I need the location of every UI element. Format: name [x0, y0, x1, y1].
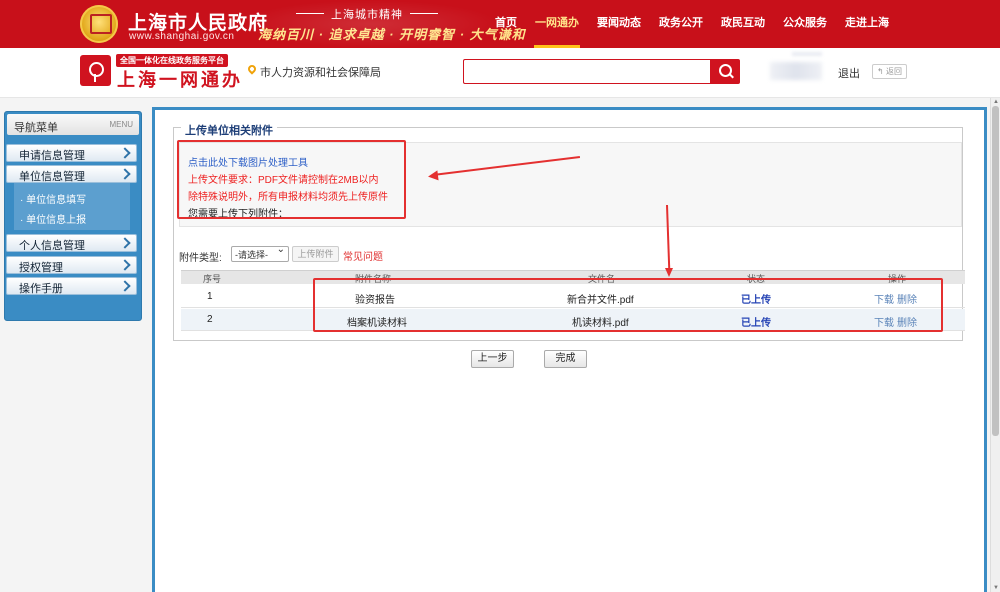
- city-spirit-text: 海纳百川 · 追求卓越 · 开明睿智 · 大气谦和: [258, 27, 526, 42]
- sidebar-header: 导航菜单 MENU: [7, 114, 139, 135]
- user-name-blurred: [770, 62, 822, 80]
- one-network-logo-icon: [80, 55, 111, 86]
- section-title: 上传单位相关附件: [181, 122, 277, 138]
- sidebar-menu-tag: MENU: [109, 120, 133, 129]
- sidebar-item-personal-info[interactable]: 个人信息管理: [6, 234, 137, 252]
- sidebar-item-application-info[interactable]: 申请信息管理: [6, 144, 137, 162]
- chevron-right-icon: [119, 237, 131, 249]
- row-no: 2: [207, 314, 213, 325]
- sidebar-subitem-unit-info-fill[interactable]: 单位信息填写: [20, 191, 86, 206]
- page-scrollbar[interactable]: ▲ ▼: [990, 98, 1000, 592]
- col-header-no: 序号: [203, 274, 222, 284]
- nav-home[interactable]: 首页: [486, 0, 526, 48]
- nav-public-service[interactable]: 公众服务: [774, 0, 836, 48]
- sidebar-title: 导航菜单: [14, 122, 58, 134]
- chevron-right-icon: [119, 280, 131, 292]
- top-nav: 首页 一网通办 要闻动态 政务公开 政民互动 公众服务 走进上海: [486, 0, 898, 48]
- user-info-blurred: [792, 52, 822, 56]
- back-button[interactable]: ↰ 返回: [872, 64, 907, 79]
- logout-link[interactable]: 退出: [838, 65, 860, 81]
- sidebar-item-label: 操作手册: [19, 283, 63, 295]
- sidebar-item-label: 申请信息管理: [19, 150, 85, 162]
- scroll-up-icon[interactable]: ▲: [992, 98, 1000, 106]
- city-spirit-title: 上海城市精神: [296, 6, 438, 22]
- annotation-arrowhead-down-icon: [665, 268, 673, 277]
- attachment-type-label: 附件类型:: [179, 253, 222, 264]
- annotation-arrowhead-left-icon: [427, 170, 439, 182]
- sidebar-item-label: 个人信息管理: [19, 240, 85, 252]
- scrollbar-thumb[interactable]: [992, 106, 999, 436]
- chevron-right-icon: [119, 168, 131, 180]
- nav-one-network-service[interactable]: 一网通办: [526, 0, 588, 48]
- location-pin-icon: [246, 63, 258, 75]
- faq-link[interactable]: 常见问题: [343, 248, 383, 263]
- row-no: 1: [207, 291, 213, 302]
- attachment-type-selected: -请选择-: [235, 250, 268, 260]
- chevron-right-icon: [119, 147, 131, 159]
- upload-attachment-button[interactable]: 上传附件: [292, 246, 339, 262]
- shanghai-emblem-icon: [80, 5, 118, 43]
- annotation-box-notice: [177, 140, 406, 219]
- finish-button[interactable]: 完成: [544, 350, 587, 368]
- nav-interaction[interactable]: 政民互动: [712, 0, 774, 48]
- sidebar-item-manual[interactable]: 操作手册: [6, 277, 137, 295]
- scroll-down-icon[interactable]: ▼: [992, 584, 1000, 592]
- attachment-type-select[interactable]: -请选择-: [231, 244, 289, 262]
- top-header: 上海市人民政府 www.shanghai.gov.cn 上海城市精神 海纳百川 …: [0, 0, 1000, 48]
- search-input[interactable]: [463, 59, 711, 84]
- nav-news[interactable]: 要闻动态: [588, 0, 650, 48]
- nav-about-shanghai[interactable]: 走进上海: [836, 0, 898, 48]
- sidebar-subitem-unit-info-report[interactable]: 单位信息上报: [20, 211, 86, 226]
- sidebar-item-authorization[interactable]: 授权管理: [6, 256, 137, 274]
- nav-gov-affairs[interactable]: 政务公开: [650, 0, 712, 48]
- annotation-box-table: [313, 278, 943, 332]
- chevron-right-icon: [119, 259, 131, 271]
- sidebar-item-label: 单位信息管理: [19, 171, 85, 183]
- gov-site-url: www.shanghai.gov.cn: [129, 31, 235, 42]
- back-button-label: 返回: [885, 67, 902, 76]
- department-name: 市人力资源和社会保障局: [260, 67, 381, 79]
- sidebar-item-unit-info[interactable]: 单位信息管理: [6, 165, 137, 183]
- sub-header: 全国一体化在线政务服务平台 上海一网通办 市人力资源和社会保障局 退出 ↰ 返回: [0, 48, 1000, 98]
- search-button[interactable]: [710, 59, 740, 84]
- platform-name[interactable]: 上海一网通办: [117, 66, 243, 92]
- previous-step-button[interactable]: 上一步: [471, 350, 514, 368]
- sidebar-item-label: 授权管理: [19, 262, 63, 274]
